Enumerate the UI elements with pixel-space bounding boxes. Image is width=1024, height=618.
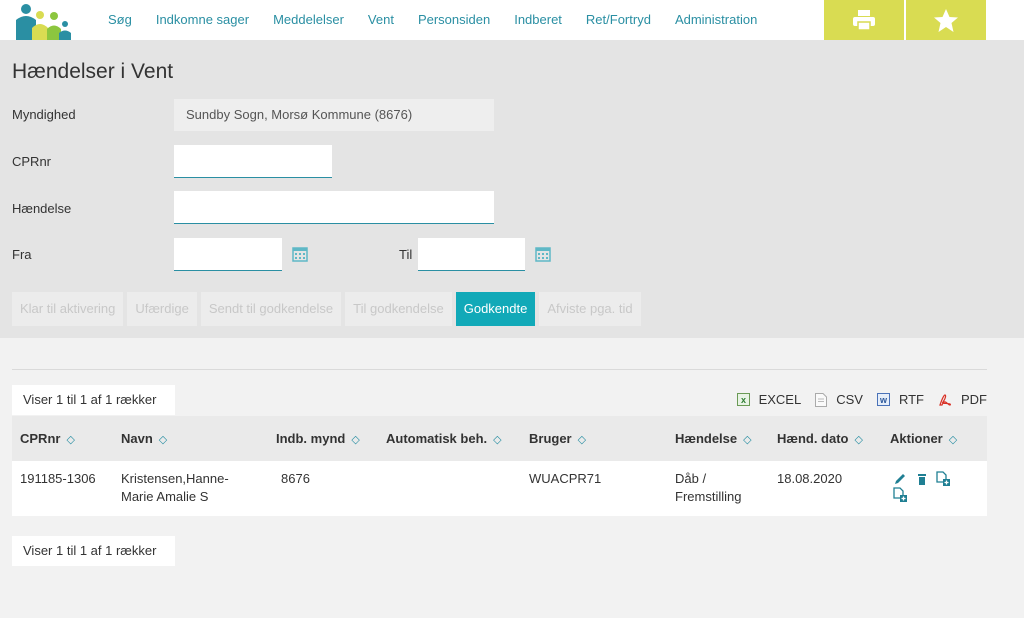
haendelse-label: Hændelse [12, 201, 72, 216]
sort-icon: ◇ [577, 434, 587, 446]
page-title: Hændelser i Vent [12, 60, 174, 83]
tab-til-godkendelse[interactable]: Til godkendelse [345, 292, 452, 326]
svg-text:x: x [741, 395, 746, 405]
sort-icon: ◇ [854, 434, 863, 446]
svg-text:w: w [879, 395, 888, 405]
export-excel-label: EXCEL [758, 392, 802, 407]
column-header-navn[interactable]: Navn ◇ [121, 416, 167, 461]
export-toolbar: x EXCEL CSV w RTF PDF [729, 392, 987, 407]
fra-label: Fra [12, 247, 32, 262]
nav-item-indberet[interactable]: Indberet [502, 0, 574, 40]
tab-klar-til-aktivering[interactable]: Klar til aktivering [12, 292, 124, 326]
main-nav: Søg Indkomne sager Meddelelser Vent Pers… [96, 0, 769, 40]
nav-item-soeg[interactable]: Søg [96, 0, 144, 40]
sort-icon: ◇ [66, 434, 75, 446]
cell-indb-mynd: 8676 [281, 471, 310, 486]
til-date-input[interactable] [418, 238, 525, 271]
add-document-icon[interactable] [892, 487, 908, 503]
excel-icon: x [736, 393, 750, 406]
export-csv-button[interactable]: CSV [815, 392, 863, 407]
star-icon [934, 8, 958, 32]
results-info-bottom: Viser 1 til 1 af 1 rækker [12, 536, 175, 566]
divider [12, 369, 987, 370]
column-header-haend-dato[interactable]: Hænd. dato ◇ [777, 416, 863, 461]
nav-item-personsiden[interactable]: Personsiden [406, 0, 502, 40]
cpr-input[interactable] [174, 145, 332, 178]
column-header-aktioner[interactable]: Aktioner ◇ [890, 416, 957, 461]
add-document-icon[interactable] [935, 471, 951, 487]
export-rtf-label: RTF [898, 392, 924, 407]
til-label: Til [399, 247, 413, 262]
nav-item-ret-fortryd[interactable]: Ret/Fortryd [574, 0, 663, 40]
column-header-indb-mynd[interactable]: Indb. mynd ◇ [276, 416, 360, 461]
calendar-icon[interactable] [535, 246, 551, 262]
sort-icon: ◇ [493, 434, 502, 446]
export-csv-label: CSV [836, 392, 863, 407]
export-pdf-label: PDF [961, 392, 987, 407]
tab-afviste-pga-tid[interactable]: Afviste pga. tid [539, 292, 641, 326]
sort-icon: ◇ [743, 434, 752, 446]
rtf-icon: w [876, 393, 890, 406]
cpr-label: CPRnr [12, 154, 52, 169]
top-navigation-bar: Søg Indkomne sager Meddelelser Vent Pers… [0, 0, 1024, 40]
nav-item-administration[interactable]: Administration [663, 0, 769, 40]
cell-haend-dato: 18.08.2020 [777, 471, 843, 486]
sort-icon: ◇ [351, 434, 360, 446]
cell-cprnr: 191185-1306 [20, 471, 96, 486]
cell-haendelse: Dåb / Fremstilling [675, 471, 742, 504]
csv-icon [815, 392, 828, 407]
nav-item-indkomne-sager[interactable]: Indkomne sager [144, 0, 261, 40]
results-info-top: Viser 1 til 1 af 1 rækker [12, 385, 175, 415]
print-button[interactable] [824, 0, 904, 40]
cell-bruger: WUACPR71 [529, 471, 602, 486]
status-tabs: Klar til aktivering Ufærdige Sendt til g… [12, 292, 641, 326]
delete-icon[interactable] [914, 471, 930, 487]
table-row: 191185-1306 Kristensen,Hanne- Marie Amal… [12, 461, 987, 516]
haendelse-input[interactable] [174, 191, 494, 224]
print-icon [853, 10, 875, 31]
logo-family-icon [16, 4, 71, 40]
tab-ufaerdige[interactable]: Ufærdige [127, 292, 197, 326]
column-header-cprnr[interactable]: CPRnr ◇ [20, 416, 75, 461]
fra-date-input[interactable] [174, 238, 282, 271]
export-pdf-button[interactable]: PDF [938, 392, 987, 407]
tab-godkendte[interactable]: Godkendte [455, 292, 536, 326]
cell-aktioner [892, 471, 962, 503]
favorite-button[interactable] [906, 0, 986, 40]
tab-sendt-til-godkendelse[interactable]: Sendt til godkendelse [200, 292, 342, 326]
results-table: CPRnr ◇ Navn ◇ Indb. mynd ◇ Automatisk beh.… [12, 416, 987, 516]
myndighed-field: Sundby Sogn, Morsø Kommune (8676) [174, 99, 494, 131]
export-excel-button[interactable]: x EXCEL [736, 392, 802, 407]
sort-icon: ◇ [158, 434, 168, 446]
column-header-bruger[interactable]: Bruger ◇ [529, 416, 586, 461]
table-header: CPRnr ◇ Navn ◇ Indb. mynd ◇ Automatisk beh.… [12, 416, 987, 461]
edit-icon[interactable] [892, 471, 908, 487]
nav-item-meddelelser[interactable]: Meddelelser [261, 0, 356, 40]
column-header-automatisk-beh[interactable]: Automatisk beh. ◇ [386, 416, 502, 461]
calendar-icon[interactable] [292, 246, 308, 262]
export-rtf-button[interactable]: w RTF [876, 392, 924, 407]
sort-icon: ◇ [948, 434, 958, 446]
nav-item-vent[interactable]: Vent [356, 0, 406, 40]
cell-navn: Kristensen,Hanne- Marie Amalie S [121, 471, 229, 504]
column-header-haendelse[interactable]: Hændelse ◇ [675, 416, 752, 461]
myndighed-label: Myndighed [12, 107, 76, 122]
pdf-icon [939, 393, 951, 406]
